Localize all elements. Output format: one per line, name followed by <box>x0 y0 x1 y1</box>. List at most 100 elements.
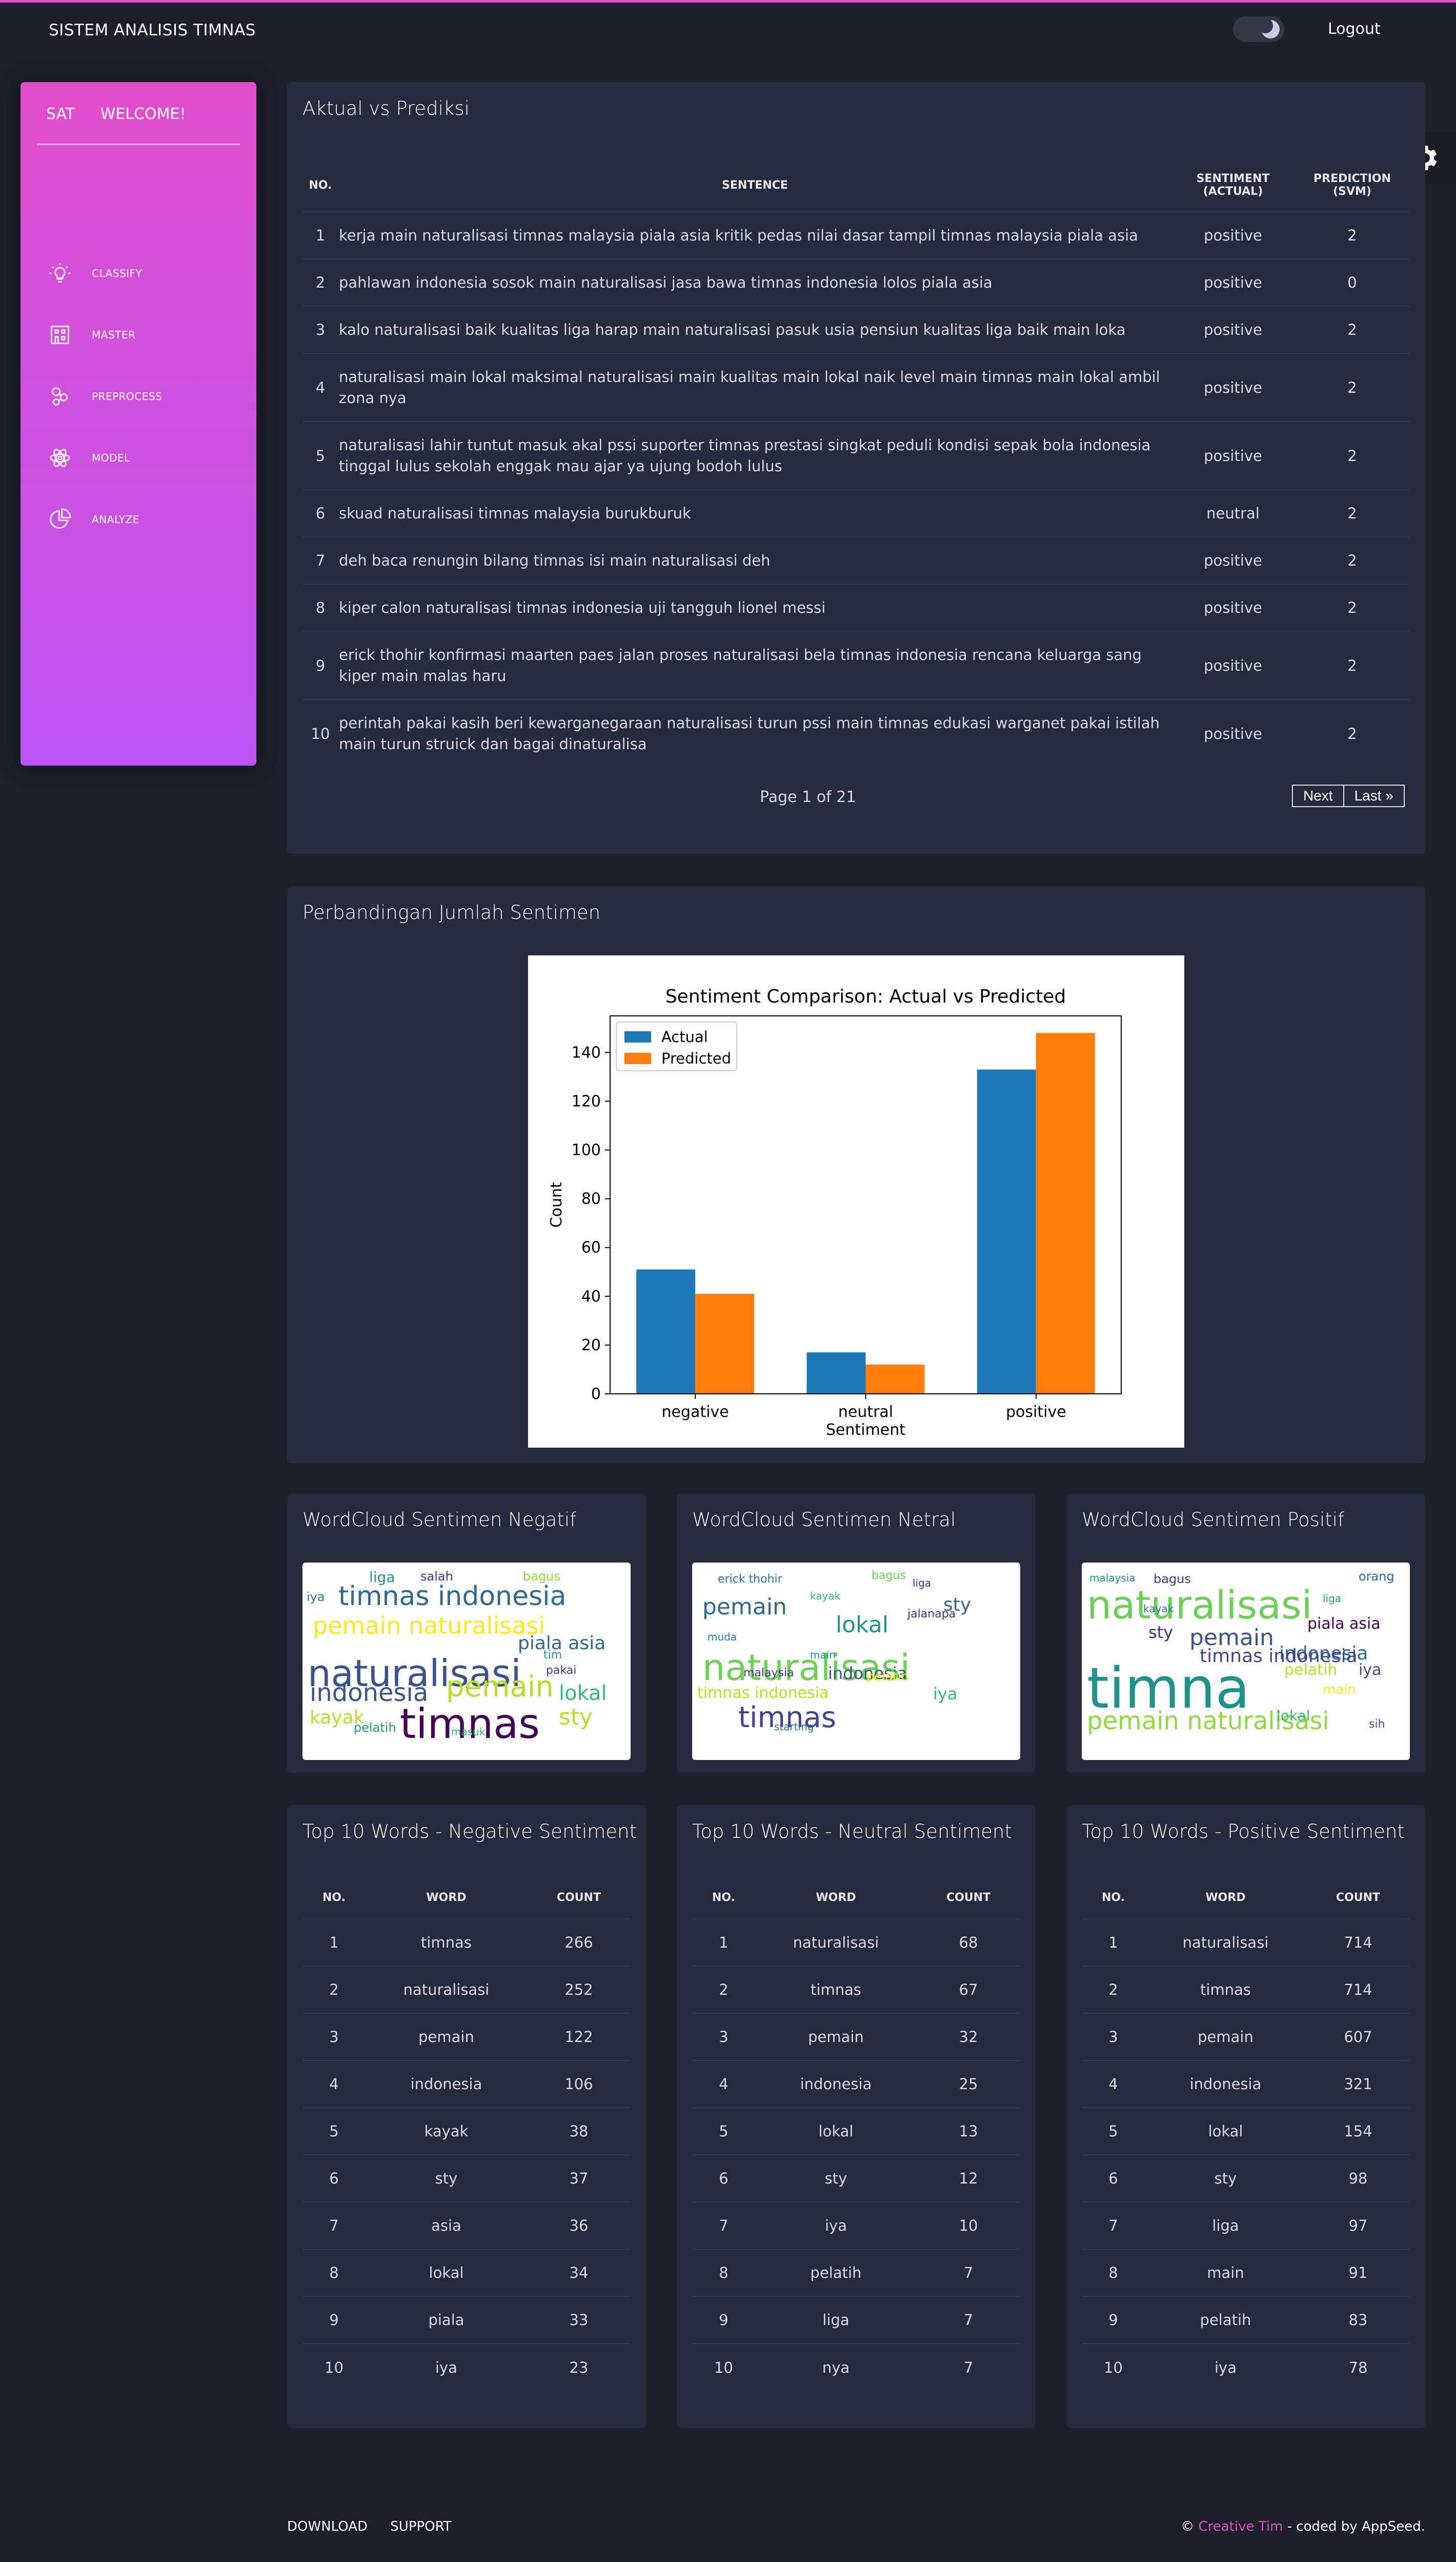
wordcloud-word: pelatih <box>866 1669 909 1684</box>
row-actual-sentiment: positive <box>1171 258 1295 306</box>
row-number: 6 <box>302 2154 366 2202</box>
row-number: 4 <box>302 2060 366 2108</box>
wordcloud-word: lokal <box>1277 1707 1310 1724</box>
top-words-positive-table: NO. WORD COUNT 1 naturalisasi 714 2 timnas 714 3 p… <box>1082 1877 1410 2391</box>
row-actual-sentiment: positive <box>1171 631 1295 699</box>
prediction-table: NO. SENTENCE SENTIMENT (ACTUAL) PREDICTIO… <box>302 159 1410 768</box>
table-row: 6 sty 37 <box>302 2154 631 2202</box>
y-axis-label: Count <box>548 1182 565 1228</box>
table-row: 7 liga 97 <box>1082 2201 1410 2249</box>
table-row: 8 pelatih 7 <box>692 2249 1020 2296</box>
row-count: 13 <box>917 2107 1020 2155</box>
col-header-no: NO. <box>712 1891 735 1904</box>
row-actual-sentiment: positive <box>1171 584 1295 631</box>
wordcloud-word: malaysia <box>743 1667 794 1679</box>
bar-actual-neutral <box>806 1352 866 1394</box>
y-tick-label: 80 <box>581 1190 601 1208</box>
row-word: iya <box>755 2201 917 2249</box>
footer-download-link[interactable]: DOWNLOAD <box>287 2519 368 2534</box>
row-number: 9 <box>302 2296 366 2344</box>
sidebar-item-label: MODEL <box>92 452 130 464</box>
wordcloud-word: orang <box>1359 1569 1394 1584</box>
row-actual-sentiment: positive <box>1171 421 1295 490</box>
table-row: 9 pelatih 83 <box>1082 2296 1410 2344</box>
wordcloud-word: pemain <box>702 1594 787 1620</box>
wordcloud-word: erick thohir <box>718 1573 782 1586</box>
row-prediction: 2 <box>1295 536 1410 584</box>
bulb-icon <box>49 263 71 283</box>
top-words-neutral-title: Top 10 Words - Neutral Sentiment <box>692 1820 1012 1843</box>
navbar-brand[interactable]: SISTEM ANALISIS TIMNAS <box>49 21 256 39</box>
row-number: 3 <box>692 2013 755 2060</box>
wordcloud-word: lokal <box>836 1612 889 1638</box>
sidebar-item-analyze[interactable]: ANALYZE <box>49 504 244 535</box>
top-words-header: NO. WORD COUNT <box>1082 1877 1410 1919</box>
row-number: 10 <box>302 2343 366 2391</box>
row-word: pemain <box>755 2013 917 2060</box>
row-number: 3 <box>1082 2013 1145 2060</box>
dark-mode-toggle[interactable] <box>1233 16 1284 42</box>
table-row: 3 pemain 32 <box>692 2013 1020 2060</box>
logout-link[interactable]: Logout <box>1328 20 1381 38</box>
sidebar-item-preprocess[interactable]: PREPROCESS <box>49 381 244 412</box>
wordcloud-word: pemain <box>446 1670 554 1704</box>
bar-predicted-negative <box>695 1294 755 1394</box>
sidebar-item-model[interactable]: MODEL <box>49 443 244 473</box>
table-row: 10 iya 78 <box>1082 2343 1410 2391</box>
y-tick-label: 0 <box>591 1385 601 1403</box>
table-row: 10 iya 23 <box>302 2343 631 2391</box>
row-word: liga <box>755 2296 917 2344</box>
col-header-count: COUNT <box>1336 1891 1381 1904</box>
wordcloud-word: piala asia <box>1307 1615 1381 1633</box>
row-count: 266 <box>527 1918 631 1966</box>
row-number: 6 <box>692 2154 755 2202</box>
wordcloud-word: main <box>810 1649 836 1661</box>
wordcloud-word: iya <box>933 1684 958 1704</box>
table-row: 9 piala 33 <box>302 2296 631 2344</box>
col-header-no: NO. <box>1102 1891 1125 1904</box>
row-actual-sentiment: positive <box>1171 353 1295 422</box>
col-header-prediction: PREDICTION (SVM) <box>1313 172 1391 198</box>
wordcloud-word: iya <box>307 1590 325 1604</box>
sidebar-item-classify[interactable]: CLASSIFY <box>49 258 244 289</box>
wordcloud-word: pelatih <box>354 1720 396 1735</box>
last-page-button[interactable]: Last » <box>1344 785 1405 807</box>
row-count: 321 <box>1306 2060 1410 2108</box>
bar-actual-positive <box>977 1069 1036 1394</box>
row-word: piala <box>366 2296 527 2344</box>
table-row: 4 indonesia 321 <box>1082 2060 1410 2108</box>
wordcloud-word: bagus <box>523 1569 560 1584</box>
sidebar-item-master[interactable]: MASTER <box>49 319 244 350</box>
wordcloud-negative-title: WordCloud Sentimen Negatif <box>302 1509 577 1531</box>
row-word: liga <box>1145 2201 1306 2249</box>
row-number: 9 <box>302 631 338 699</box>
table-row: 1 timnas 266 <box>302 1918 631 1966</box>
wordcloud-negative-card: WordCloud Sentimen Negatif naturalisasi t… <box>287 1493 646 1773</box>
row-prediction: 2 <box>1295 699 1410 768</box>
next-page-button[interactable]: Next <box>1292 785 1344 807</box>
header-row: NO. WORD COUNT <box>302 1877 631 1919</box>
row-sentence: pahlawan indonesia sosok main naturalisa… <box>338 258 1171 306</box>
col-header-no: NO. <box>322 1891 346 1904</box>
wordcloud-word: sty <box>1148 1623 1174 1642</box>
footer-support-link[interactable]: SUPPORT <box>390 2519 451 2534</box>
row-number: 5 <box>692 2107 755 2155</box>
wordcloud-word: timnas <box>400 1700 540 1748</box>
x-axis-label: Sentiment <box>826 1421 905 1439</box>
wordcloud-word: lokal <box>559 1682 607 1705</box>
col-header-word: WORD <box>426 1891 467 1904</box>
row-word: indonesia <box>1145 2060 1306 2108</box>
row-number: 2 <box>302 1966 366 2013</box>
y-tick-label: 40 <box>581 1288 601 1306</box>
row-count: 78 <box>1306 2343 1410 2391</box>
col-header-no: NO. <box>309 178 332 192</box>
wordcloud-word: masuk <box>451 1726 486 1738</box>
table-row: 10 perintah pakai kasih beri kewarganegar… <box>302 699 1410 768</box>
table-row: 6 sty 98 <box>1082 2154 1410 2202</box>
prediction-card-title: Aktual vs Prediksi <box>302 97 470 119</box>
row-prediction: 2 <box>1295 211 1410 259</box>
creative-tim-link[interactable]: Creative Tim <box>1198 2519 1283 2534</box>
row-word: nya <box>755 2343 917 2391</box>
sidebar-logo[interactable]: SAT WELCOME! <box>46 105 186 123</box>
sidebar-item-label: PREPROCESS <box>92 390 163 403</box>
